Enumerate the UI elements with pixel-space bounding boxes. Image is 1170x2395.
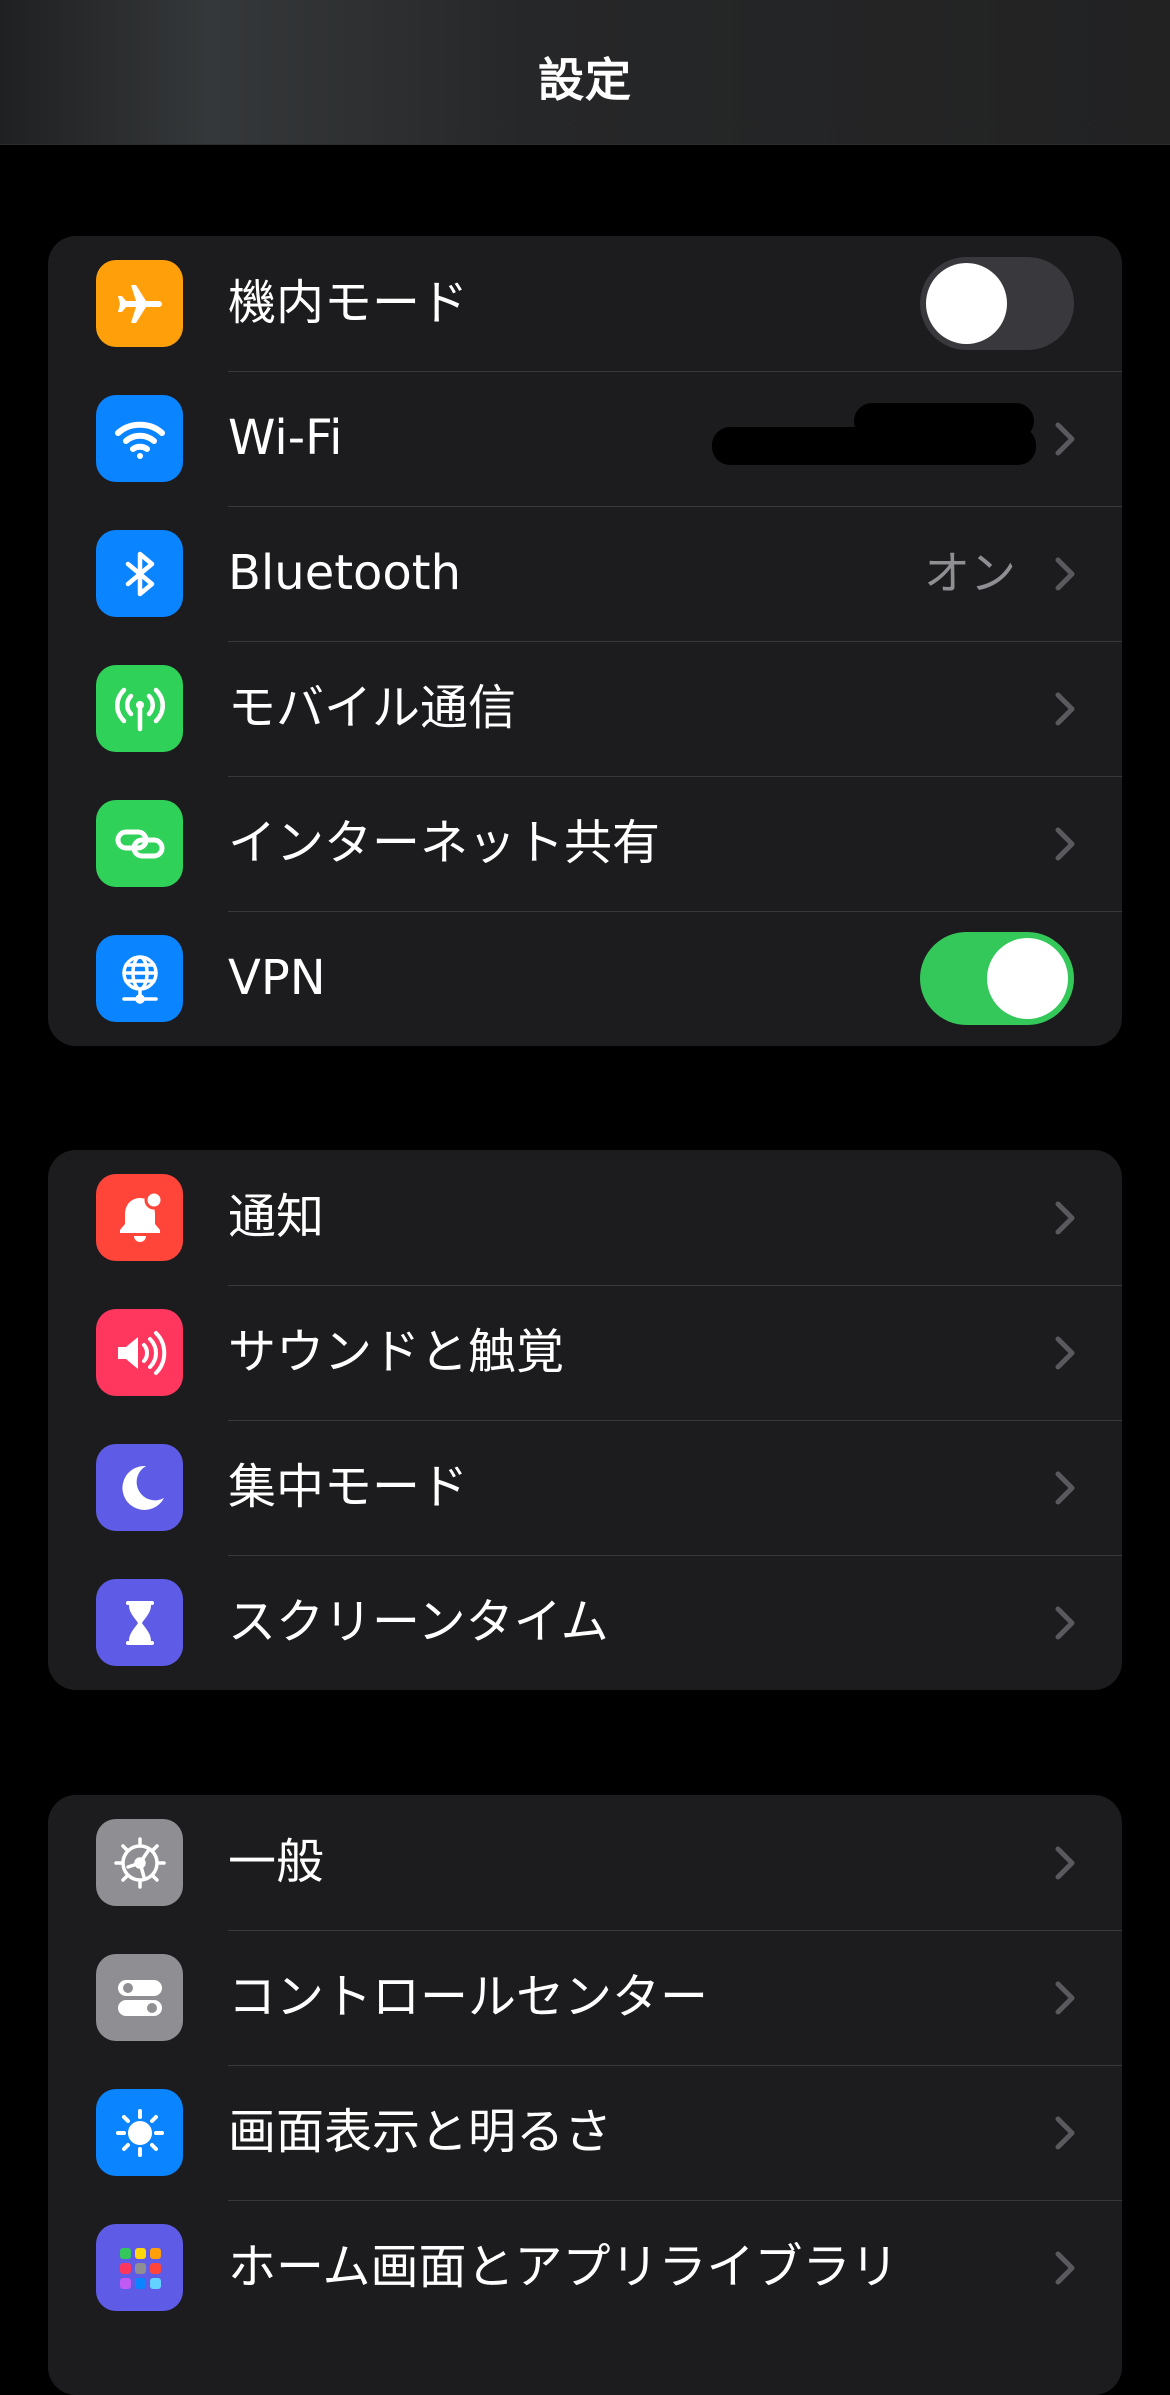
row-label: モバイル通信 [228, 680, 517, 736]
row-personal-hotspot[interactable]: インターネット共有 [48, 776, 1122, 911]
row-control-center[interactable]: コントロールセンター [48, 1930, 1122, 2065]
row-sounds-haptics[interactable]: サウンドと触覚 [48, 1285, 1122, 1420]
chevron-right-icon [1055, 1606, 1075, 1640]
notifications-icon [96, 1174, 183, 1261]
row-notifications[interactable]: 通知 [48, 1150, 1122, 1285]
row-airplane-mode[interactable]: 機内モード [48, 236, 1122, 371]
chevron-right-icon [1055, 422, 1075, 456]
row-general[interactable]: 一般 [48, 1795, 1122, 1930]
vpn-icon [96, 935, 183, 1022]
row-label: 画面表示と明るさ [228, 2104, 613, 2160]
control-center-icon [96, 1954, 183, 2041]
row-label: 機内モード [228, 275, 469, 331]
settings-group-connectivity: 機内モード Wi-Fi Bluetooth オン モバイル通信 インターネット共… [48, 236, 1122, 1046]
settings-group-general: 一般 コントロールセンター 画面表示と明るさ ホーム画面とアプリライブラリ [48, 1795, 1122, 2395]
chevron-right-icon [1055, 1471, 1075, 1505]
chevron-right-icon [1055, 1201, 1075, 1235]
navigation-bar: 設定 [0, 0, 1170, 145]
chevron-right-icon [1055, 827, 1075, 861]
row-label: Wi-Fi [228, 410, 343, 466]
bluetooth-status: オン [924, 546, 1016, 600]
row-label: サウンドと触覚 [228, 1324, 565, 1380]
row-label: 集中モード [228, 1459, 469, 1515]
page-title: 設定 [538, 53, 632, 107]
row-label: 通知 [228, 1189, 325, 1245]
sound-icon [96, 1309, 183, 1396]
row-display-brightness[interactable]: 画面表示と明るさ [48, 2065, 1122, 2200]
row-vpn[interactable]: VPN [48, 911, 1122, 1046]
row-home-screen[interactable]: ホーム画面とアプリライブラリ [48, 2200, 1122, 2335]
chevron-right-icon [1055, 1846, 1075, 1880]
row-screen-time[interactable]: スクリーンタイム [48, 1555, 1122, 1690]
wifi-icon [96, 395, 183, 482]
row-label: スクリーンタイム [228, 1594, 609, 1650]
brightness-icon [96, 2089, 183, 2176]
row-wifi[interactable]: Wi-Fi [48, 371, 1122, 506]
chevron-right-icon [1055, 1336, 1075, 1370]
airplane-mode-toggle[interactable] [920, 257, 1074, 350]
row-label: Bluetooth [228, 545, 462, 601]
row-label: ホーム画面とアプリライブラリ [228, 2239, 899, 2295]
chevron-right-icon [1055, 2116, 1075, 2150]
row-label: 一般 [228, 1834, 325, 1890]
vpn-toggle[interactable] [920, 932, 1074, 1025]
cellular-icon [96, 665, 183, 752]
chevron-right-icon [1055, 557, 1075, 591]
redaction-mark [712, 427, 1036, 465]
focus-moon-icon [96, 1444, 183, 1531]
chevron-right-icon [1055, 2251, 1075, 2285]
row-bluetooth[interactable]: Bluetooth オン [48, 506, 1122, 641]
hourglass-icon [96, 1579, 183, 1666]
airplane-icon [96, 260, 183, 347]
gear-icon [96, 1819, 183, 1906]
row-label: VPN [228, 950, 326, 1006]
hotspot-icon [96, 800, 183, 887]
chevron-right-icon [1055, 692, 1075, 726]
row-cellular[interactable]: モバイル通信 [48, 641, 1122, 776]
chevron-right-icon [1055, 1981, 1075, 2015]
bluetooth-icon [96, 530, 183, 617]
row-focus[interactable]: 集中モード [48, 1420, 1122, 1555]
row-label: コントロールセンター [228, 1969, 709, 2025]
settings-group-notifications: 通知 サウンドと触覚 集中モード スクリーンタイム [48, 1150, 1122, 1690]
row-label: インターネット共有 [228, 815, 661, 871]
home-screen-icon [96, 2224, 183, 2311]
